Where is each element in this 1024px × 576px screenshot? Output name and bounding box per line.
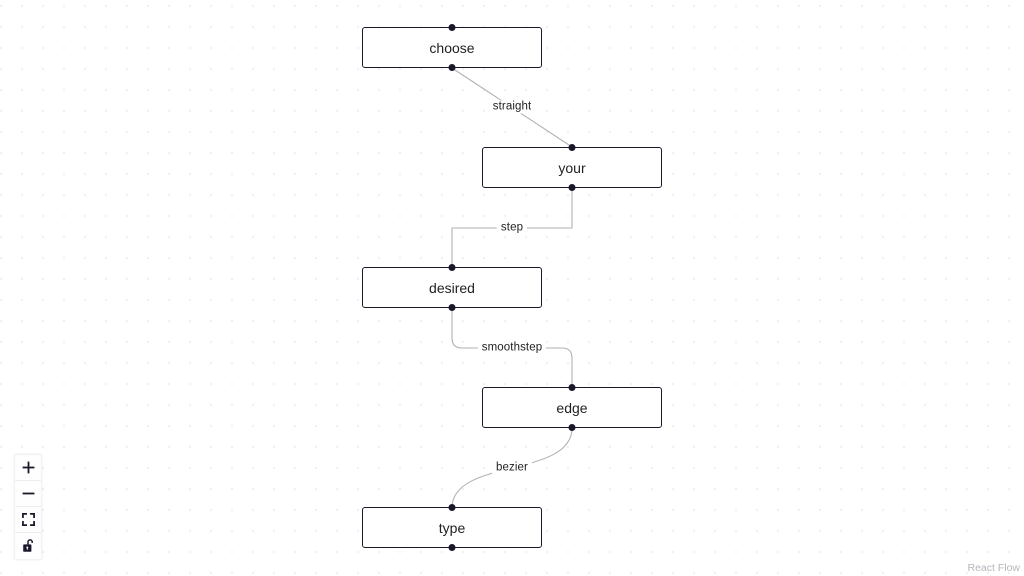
node-label: choose: [429, 39, 475, 56]
source-handle[interactable]: [568, 184, 576, 191]
target-handle[interactable]: [448, 264, 456, 271]
target-handle[interactable]: [448, 24, 456, 31]
fit-view-icon: [21, 513, 35, 526]
unlock-icon: [22, 539, 33, 552]
node-your[interactable]: your: [482, 144, 662, 191]
node-label: your: [558, 159, 586, 176]
edge-label-smoothstep[interactable]: smoothstep: [477, 341, 547, 355]
target-handle[interactable]: [568, 144, 576, 151]
node-choose[interactable]: choose: [362, 24, 542, 71]
node-desired[interactable]: desired: [362, 264, 542, 311]
target-handle[interactable]: [568, 384, 576, 391]
edge-label-straight[interactable]: straight: [488, 100, 536, 114]
zoom-out-button[interactable]: [15, 481, 41, 507]
source-handle[interactable]: [448, 64, 456, 71]
node-label: type: [438, 519, 466, 536]
react-flow-attribution[interactable]: React Flow: [967, 562, 1020, 574]
node-edge[interactable]: edge: [482, 384, 662, 431]
node-label: desired: [429, 279, 475, 296]
minus-icon: [22, 492, 34, 495]
target-handle[interactable]: [448, 504, 456, 511]
source-handle[interactable]: [448, 304, 456, 311]
plus-icon: [22, 461, 34, 474]
node-type[interactable]: type: [362, 504, 542, 551]
source-handle[interactable]: [568, 424, 576, 431]
edge-label-bezier[interactable]: bezier: [492, 461, 532, 475]
controls-panel[interactable]: [15, 455, 41, 559]
fit-view-button[interactable]: [15, 507, 41, 533]
react-flow-canvas[interactable]: straight step smoothstep bezier choose y…: [0, 0, 1024, 576]
edge-label-step[interactable]: step: [496, 221, 528, 235]
node-label: edge: [556, 399, 588, 416]
zoom-in-button[interactable]: [15, 455, 41, 481]
source-handle[interactable]: [448, 544, 456, 551]
lock-button[interactable]: [15, 533, 41, 559]
